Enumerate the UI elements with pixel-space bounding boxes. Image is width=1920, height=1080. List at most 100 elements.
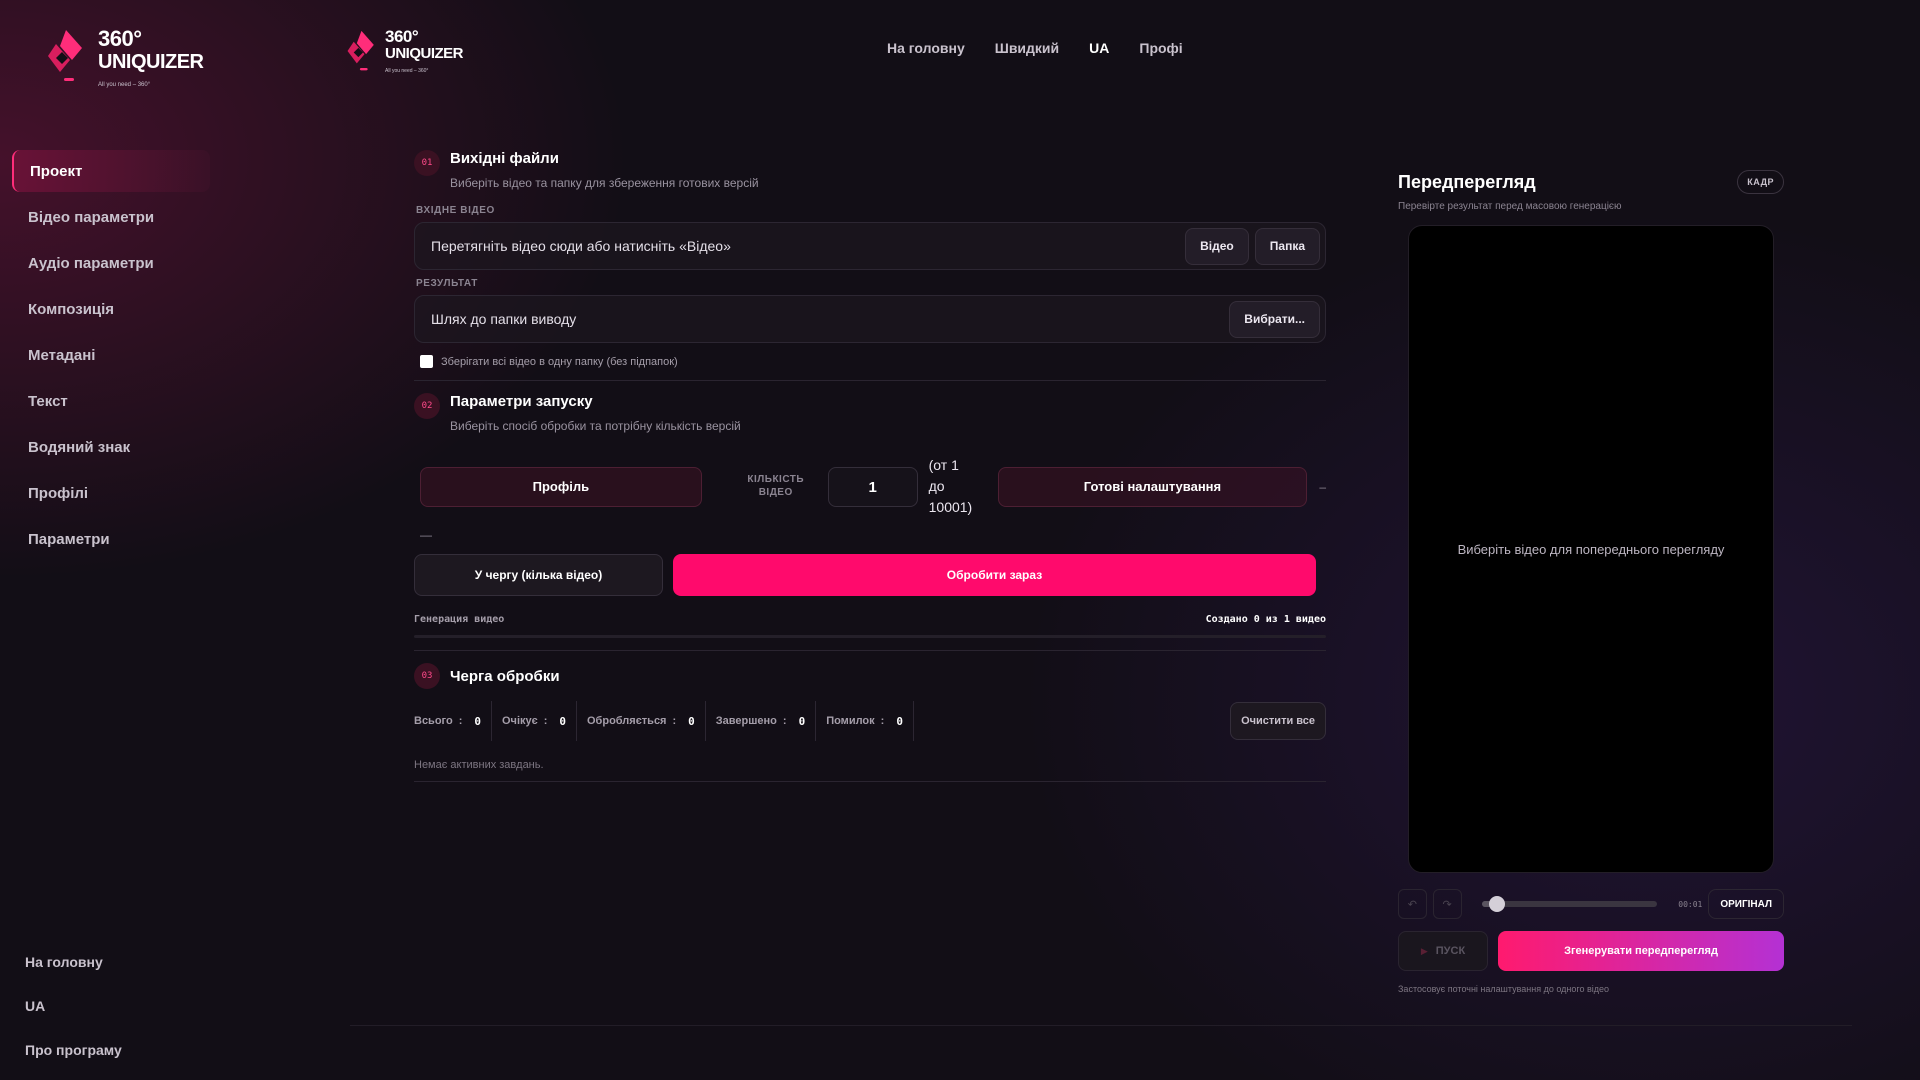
stat-total: Всього:0 xyxy=(414,701,492,741)
top-nav-quick[interactable]: Швидкий xyxy=(995,40,1059,56)
stat-errors: Помилок:0 xyxy=(816,701,914,741)
stat-completed: Завершено:0 xyxy=(706,701,817,741)
section-title: Вихідні файли xyxy=(450,150,559,167)
choose-video-button[interactable]: Відео xyxy=(1185,227,1249,265)
section-header: 01 Вихідні файли Виберіть відео та папку… xyxy=(414,150,1326,190)
stat-value: 0 xyxy=(688,714,695,728)
section-header: 02 Параметри запуску Виберіть спосіб обр… xyxy=(414,393,1326,433)
stat-label: Очікує xyxy=(502,715,538,727)
play-label: ПУСК xyxy=(1435,945,1466,957)
top-nav: На головну Швидкий UA Профі xyxy=(887,40,1183,56)
profile-button[interactable]: Профіль xyxy=(420,466,702,507)
redo-icon[interactable]: ↷ xyxy=(1432,889,1462,919)
preview-placeholder: Виберіть відео для попереднього перегляд… xyxy=(1457,541,1725,557)
browse-output-button[interactable]: Вибрати... xyxy=(1229,300,1320,338)
single-folder-option: Зберігати всі відео в одну папку (без пі… xyxy=(420,355,1326,368)
top-nav-home[interactable]: На головну xyxy=(887,40,965,56)
brand-line-1: 360° xyxy=(385,26,419,46)
section-subtitle: Виберіть спосіб обробки та потрібну кіль… xyxy=(450,419,741,433)
presets-button[interactable]: Готові налаштування xyxy=(997,466,1308,507)
slider-knob[interactable] xyxy=(1489,896,1506,912)
brand-line-2: UNIQUIZER xyxy=(98,50,204,73)
sidebar-item-settings[interactable]: Параметри xyxy=(12,518,210,560)
output-path-placeholder: Шлях до папки виводу xyxy=(431,311,577,327)
sidebar-item-composition[interactable]: Композиція xyxy=(12,288,210,330)
section-title: Черга обробки xyxy=(450,667,560,685)
stat-value: 0 xyxy=(559,714,566,728)
single-folder-label: Зберігати всі відео в одну папку (без пі… xyxy=(441,355,678,368)
divider xyxy=(414,380,1326,381)
brand-line-1: 360° xyxy=(98,25,142,51)
stat-label: Завершено xyxy=(715,715,777,727)
time-readout: 00:01 xyxy=(1678,899,1703,909)
frame-slider[interactable] xyxy=(1481,896,1658,912)
section-launch-params: 02 Параметри запуску Виберіть спосіб обр… xyxy=(414,393,1326,638)
brand-tagline: All you need – 360° xyxy=(385,67,429,74)
video-count-label: КІЛЬКІСТЬ ВІДЕО xyxy=(736,474,816,499)
play-icon: ▶ xyxy=(1420,945,1428,956)
play-button[interactable]: ▶ ПУСК xyxy=(1398,931,1488,971)
top-nav-language[interactable]: UA xyxy=(1089,40,1109,56)
add-to-queue-button[interactable]: У чергу (кілька відео) xyxy=(414,554,663,596)
app-logo[interactable]: 360° UNIQUIZER All you need – 360° xyxy=(46,26,204,91)
progress-bar xyxy=(414,635,1326,638)
sidebar-item-project[interactable]: Проект xyxy=(12,150,210,192)
preview-panel: Передперегляд КАДР Перевірте результат п… xyxy=(1398,170,1785,994)
stat-label: Всього xyxy=(414,715,453,727)
progress-status: Создано 0 из 1 видео xyxy=(1205,614,1326,625)
input-video-label: ВХІДНЕ ВІДЕО xyxy=(416,205,495,216)
frame-badge[interactable]: КАДР xyxy=(1737,170,1784,194)
section-title: Параметри запуску xyxy=(450,393,593,410)
divider xyxy=(414,650,1326,651)
progress-info: Генерация видео Создано 0 из 1 видео xyxy=(414,614,1326,625)
preview-header: Передперегляд КАДР xyxy=(1398,170,1784,194)
original-toggle-button[interactable]: ОРИГІНАЛ xyxy=(1708,889,1785,919)
main-content: 01 Вихідні файли Виберіть відео та папку… xyxy=(414,150,1326,794)
launch-options-row: Профіль КІЛЬКІСТЬ ВІДЕО 1 (от 1 до 10001… xyxy=(414,455,1326,518)
output-path-field[interactable]: Шлях до папки виводу Вибрати... xyxy=(414,295,1326,343)
sidebar-nav: Проект Відео параметри Аудіо параметри К… xyxy=(12,150,210,564)
range-line-2: до xyxy=(928,478,945,494)
preview-title: Передперегляд xyxy=(1398,171,1536,192)
sidebar-link-about[interactable]: Про програму xyxy=(25,1028,122,1072)
action-row: У чергу (кілька відео) Обробити зараз xyxy=(414,554,1326,596)
generate-preview-button[interactable]: Згенерувати передперегляд xyxy=(1498,931,1784,971)
input-video-placeholder: Перетягніть відео сюди або натисніть «Ві… xyxy=(431,238,731,254)
sidebar-item-video-params[interactable]: Відео параметри xyxy=(12,196,210,238)
logo-mark-icon xyxy=(346,26,380,81)
stat-label: Обробляється xyxy=(587,715,667,727)
video-count-label-line-2: ВІДЕО xyxy=(758,486,793,498)
undo-icon[interactable]: ↶ xyxy=(1398,889,1427,919)
progress-label: Генерация видео xyxy=(414,614,505,625)
queue-stats: Всього:0 Очікує:0 Обробляється:0 Заверше… xyxy=(414,701,1326,741)
video-count-input[interactable]: 1 xyxy=(827,466,918,507)
sidebar-bottom-links: На головну UA Про програму xyxy=(25,940,122,1072)
logo-mark-icon xyxy=(46,26,90,91)
stat-value: 0 xyxy=(798,714,806,728)
section-number: 01 xyxy=(414,150,440,176)
single-folder-checkbox[interactable] xyxy=(420,355,433,368)
process-now-button[interactable]: Обробити зараз xyxy=(673,554,1316,596)
video-count-label-line-1: КІЛЬКІСТЬ xyxy=(747,474,805,485)
sidebar: 360° UNIQUIZER All you need – 360° Проек… xyxy=(0,0,210,1080)
choose-folder-button[interactable]: Папка xyxy=(1254,227,1320,265)
preview-note: Застосовує поточні налаштування до одног… xyxy=(1398,984,1610,994)
section-number: 02 xyxy=(414,393,440,419)
range-line-3: 10001) xyxy=(928,499,973,515)
sidebar-item-profiles[interactable]: Профілі xyxy=(12,472,210,514)
preview-viewport: Виберіть відео для попереднього перегляд… xyxy=(1408,225,1774,873)
input-video-dropzone[interactable]: Перетягніть відео сюди або натисніть «Ві… xyxy=(414,222,1326,270)
divider xyxy=(414,781,1326,782)
clear-all-button[interactable]: Очистити все xyxy=(1230,702,1326,740)
section-header: 03 Черга обробки xyxy=(414,663,1326,689)
sidebar-item-metadata[interactable]: Метадані xyxy=(12,334,210,376)
stat-pending: Очікує:0 xyxy=(492,701,577,741)
sidebar-item-text[interactable]: Текст xyxy=(12,380,210,422)
sidebar-link-home[interactable]: На головну xyxy=(25,940,122,984)
top-nav-pro[interactable]: Профі xyxy=(1139,40,1182,56)
sidebar-link-language[interactable]: UA xyxy=(25,984,122,1028)
profile-value: — xyxy=(420,528,432,542)
sidebar-item-audio-params[interactable]: Аудіо параметри xyxy=(12,242,210,284)
sidebar-item-watermark[interactable]: Водяний знак xyxy=(12,426,210,468)
header-logo[interactable]: 360° UNIQUIZER All you need – 360° xyxy=(346,26,464,81)
